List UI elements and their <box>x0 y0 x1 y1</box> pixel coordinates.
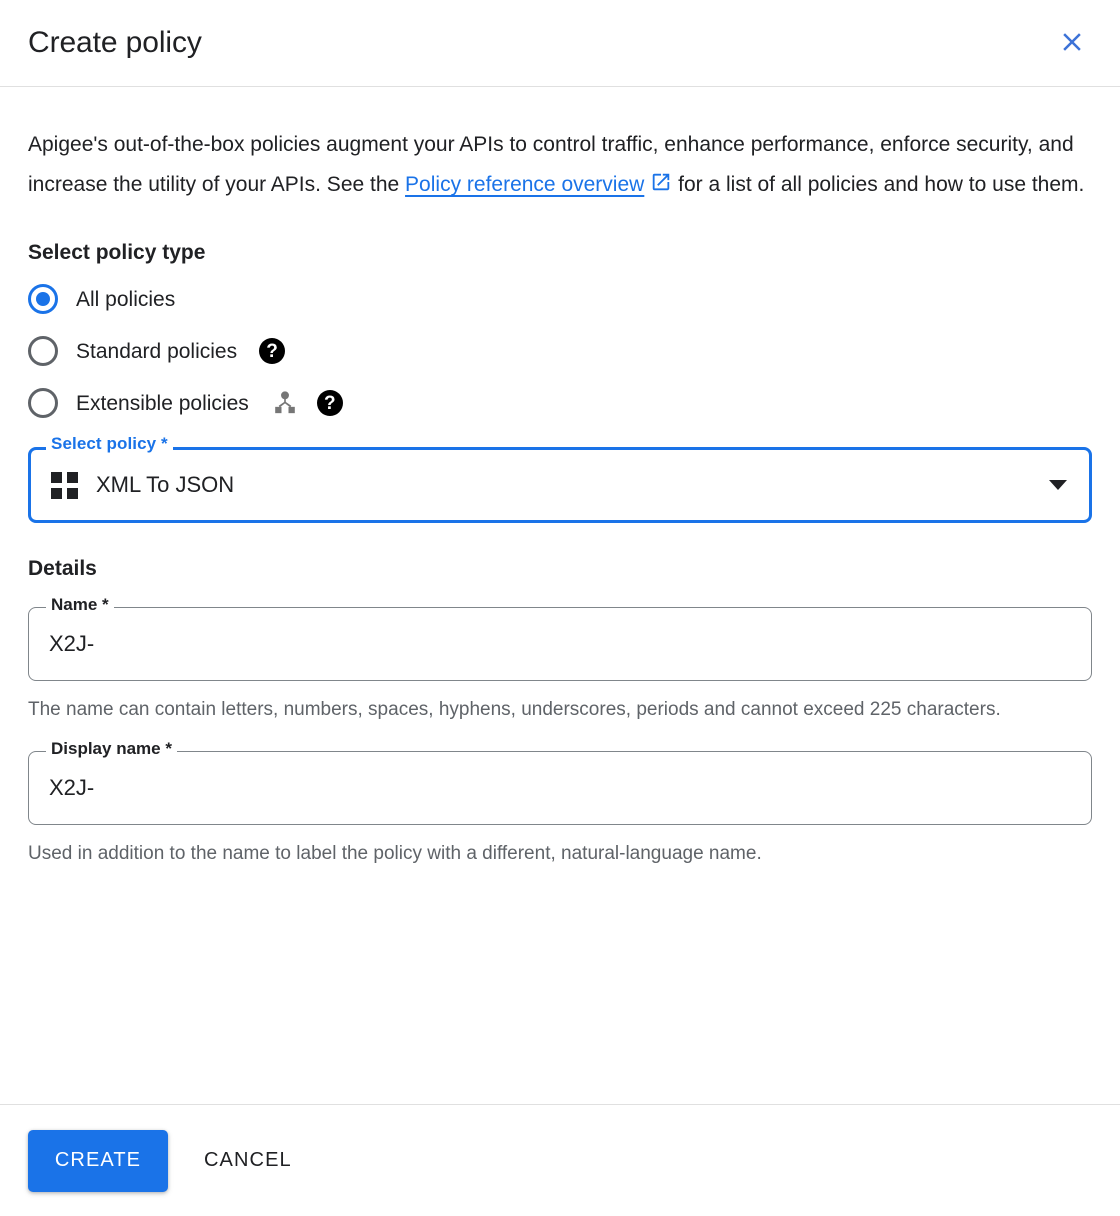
select-policy-value: XML To JSON <box>96 472 235 497</box>
radio-all-policies[interactable]: All policies <box>28 281 175 317</box>
close-button[interactable] <box>1050 21 1094 65</box>
radio-label-standard-policies: Standard policies <box>76 339 238 363</box>
intro-paragraph: Apigee's out-of-the-box policies augment… <box>28 125 1088 207</box>
radio-mark-icon <box>28 388 58 418</box>
radio-extensible-policies[interactable]: Extensible policies ? <box>28 385 343 421</box>
intro-text-after: for a list of all policies and how to us… <box>672 173 1085 196</box>
details-heading: Details <box>28 557 97 580</box>
radio-standard-policies[interactable]: Standard policies ? <box>28 333 286 369</box>
extensible-policies-help[interactable]: ? <box>316 390 343 416</box>
dialog-footer: CREATE CANCEL <box>0 1104 1120 1216</box>
radio-label-all-policies: All policies <box>76 287 176 311</box>
display-name-field-box[interactable] <box>28 751 1092 825</box>
name-field-box[interactable] <box>28 607 1092 681</box>
external-link-icon[interactable] <box>650 167 672 207</box>
standard-policies-help[interactable]: ? <box>259 338 286 364</box>
policy-reference-overview-link[interactable]: Policy reference overview <box>405 173 644 196</box>
radio-mark-icon <box>28 284 58 314</box>
radio-label-extensible-policies: Extensible policies <box>76 391 249 415</box>
policy-grid-icon <box>51 471 78 499</box>
help-icon[interactable]: ? <box>316 390 343 416</box>
name-helper-text: The name can contain letters, numbers, s… <box>28 699 1001 720</box>
policy-type-radio-group: All policies Standard policies ? Extensi… <box>28 281 1092 421</box>
dialog-header: Create policy <box>0 0 1120 87</box>
cancel-button[interactable]: CANCEL <box>182 1130 314 1192</box>
create-policy-dialog: Create policy Apigee's out-of-the-box po… <box>0 0 1120 1216</box>
display-name-input[interactable] <box>49 775 1071 801</box>
dialog-body: Apigee's out-of-the-box policies augment… <box>0 87 1120 1104</box>
close-icon <box>1057 27 1087 60</box>
select-policy-type-heading: Select policy type <box>28 241 206 264</box>
name-input[interactable] <box>49 631 1071 657</box>
radio-mark-icon <box>28 336 58 366</box>
display-name-field[interactable]: Display name * <box>28 740 1092 825</box>
chevron-down-icon[interactable] <box>1049 480 1067 490</box>
select-policy-field[interactable]: Select policy * XML To JSON <box>28 435 1092 523</box>
page-title: Create policy <box>28 26 202 59</box>
help-icon[interactable]: ? <box>259 338 286 364</box>
select-policy-control[interactable]: XML To JSON <box>28 447 1092 523</box>
name-field[interactable]: Name * <box>28 596 1092 681</box>
extension-hub-icon <box>271 389 299 417</box>
create-button[interactable]: CREATE <box>28 1129 168 1192</box>
display-name-helper-text: Used in addition to the name to label th… <box>28 843 762 864</box>
